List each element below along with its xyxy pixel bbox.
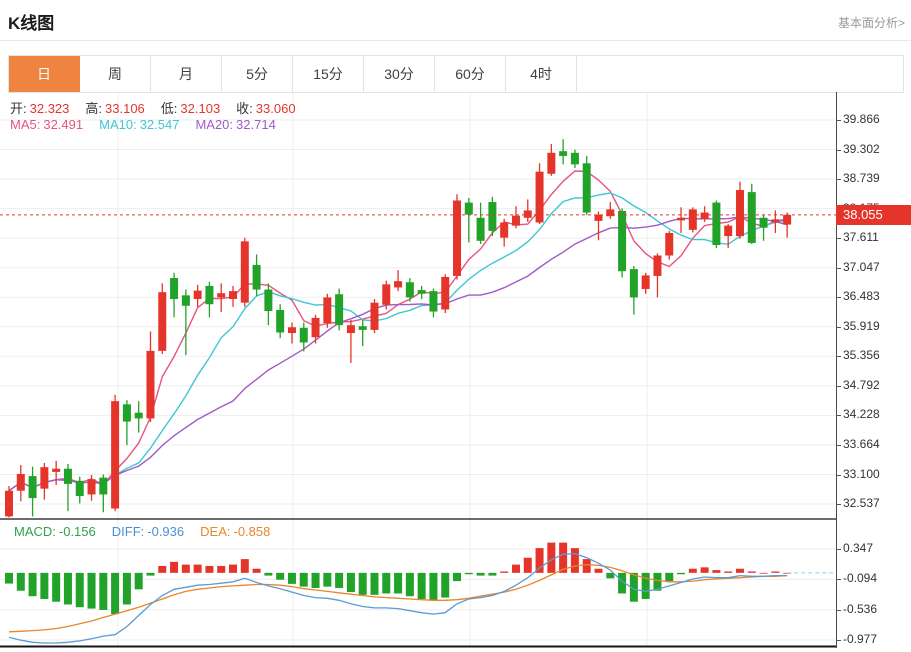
price-axis-tick: 35.356 xyxy=(843,348,880,362)
ohlc-row-close-value: 33.060 xyxy=(256,101,296,116)
ohlc-readout: 开:32.323 高:33.106 低:32.103 收:33.060 xyxy=(10,98,312,117)
price-axis-tick-mark xyxy=(836,356,841,357)
price-axis-tick-mark xyxy=(836,120,841,121)
header-divider xyxy=(0,40,911,41)
tab-interval-0[interactable]: 日 xyxy=(9,56,80,92)
price-axis-tick-mark xyxy=(836,445,841,446)
ohlc-row-low-label: 低: xyxy=(161,101,178,116)
price-axis-tick: 36.483 xyxy=(843,289,880,303)
ma-row-ma20-label: MA20: xyxy=(195,117,233,132)
macd-axis-tick-mark xyxy=(836,640,841,641)
price-axis-tick: 34.228 xyxy=(843,407,880,421)
ohlc-row-high-value: 33.106 xyxy=(105,101,145,116)
ma-row-ma20-value: 32.714 xyxy=(236,117,276,132)
price-axis-tick: 33.664 xyxy=(843,437,880,451)
price-axis-tick-mark xyxy=(836,297,841,298)
price-axis-tick-mark xyxy=(836,504,841,505)
tab-interval-7[interactable]: 4时 xyxy=(506,56,577,92)
ohlc-row-high-label: 高: xyxy=(85,101,102,116)
macd-layer xyxy=(5,543,836,643)
ma-readout: MA5:32.491 MA10:32.547 MA20:32.714 xyxy=(10,117,292,132)
ohlc-row-close-label: 收: xyxy=(236,101,253,116)
price-axis-tick-mark xyxy=(836,327,841,328)
ohlc-row-open-value: 32.323 xyxy=(30,101,70,116)
ma-row-ma10-value: 32.547 xyxy=(140,117,180,132)
macd-readout: MACD:-0.156 DIFF:-0.936 DEA:-0.858 xyxy=(14,524,286,539)
macd-axis-tick-mark xyxy=(836,610,841,611)
price-axis-tick: 32.537 xyxy=(843,496,880,510)
ma5-line xyxy=(9,171,787,491)
ma-row-ma5-label: MA5: xyxy=(10,117,40,132)
price-axis-tick-mark xyxy=(836,268,841,269)
ma-row-ma10-label: MA10: xyxy=(99,117,137,132)
macd-row-diff-label: DIFF: xyxy=(112,524,145,539)
tabbar-filler xyxy=(577,56,903,92)
macd-axis-tick-mark xyxy=(836,549,841,550)
price-axis-tick: 35.919 xyxy=(843,319,880,333)
candlestick-layer xyxy=(5,139,791,517)
price-axis-tick: 39.866 xyxy=(843,112,880,126)
tab-interval-1[interactable]: 周 xyxy=(80,56,151,92)
macd-axis-tick: -0.977 xyxy=(843,632,877,646)
fundamental-analysis-link[interactable]: 基本面分析> xyxy=(838,14,905,31)
macd-row-dea-label: DEA: xyxy=(200,524,230,539)
macd-row-macd-label: MACD: xyxy=(14,524,56,539)
tab-interval-2[interactable]: 月 xyxy=(151,56,222,92)
interval-tabbar: 日周月5分15分30分60分4时 xyxy=(8,55,904,93)
price-axis-tick: 34.792 xyxy=(843,378,880,392)
tab-interval-5[interactable]: 30分 xyxy=(364,56,435,92)
price-axis-tick: 37.611 xyxy=(843,230,879,244)
price-axis-tick-mark xyxy=(836,150,841,151)
price-axis-tick-mark xyxy=(836,475,841,476)
price-axis-tick: 33.100 xyxy=(843,467,880,481)
price-axis-tick: 38.739 xyxy=(843,171,880,185)
macd-row-dea-value: -0.858 xyxy=(233,524,270,539)
kline-page: K线图 基本面分析> 日周月5分15分30分60分4时 39.866 39.302… xyxy=(0,0,911,652)
ohlc-row-low-value: 32.103 xyxy=(180,101,220,116)
macd-axis-tick: 0.347 xyxy=(843,541,873,555)
price-axis-tick: 39.302 xyxy=(843,142,880,156)
tab-interval-6[interactable]: 60分 xyxy=(435,56,506,92)
price-axis-tick-mark xyxy=(836,179,841,180)
price-axis-tick-mark xyxy=(836,386,841,387)
page-title: K线图 xyxy=(8,9,54,34)
macd-row-diff-value: -0.936 xyxy=(147,524,184,539)
ma20-line xyxy=(9,217,787,491)
price-axis-tick-mark xyxy=(836,415,841,416)
tab-interval-4[interactable]: 15分 xyxy=(293,56,364,92)
price-axis-tick: 37.047 xyxy=(843,260,880,274)
last-price-badge: 38.055 xyxy=(836,205,911,225)
tab-interval-3[interactable]: 5分 xyxy=(222,56,293,92)
macd-axis-tick: -0.536 xyxy=(843,602,877,616)
kline-chart-canvas[interactable] xyxy=(0,92,836,648)
ohlc-row-open-label: 开: xyxy=(10,101,27,116)
price-axis-line xyxy=(836,92,837,648)
macd-axis-tick: -0.094 xyxy=(843,571,877,585)
macd-row-macd-value: -0.156 xyxy=(59,524,96,539)
macd-axis-tick-mark xyxy=(836,579,841,580)
ma-row-ma5-value: 32.491 xyxy=(43,117,83,132)
price-axis-tick-mark xyxy=(836,238,841,239)
